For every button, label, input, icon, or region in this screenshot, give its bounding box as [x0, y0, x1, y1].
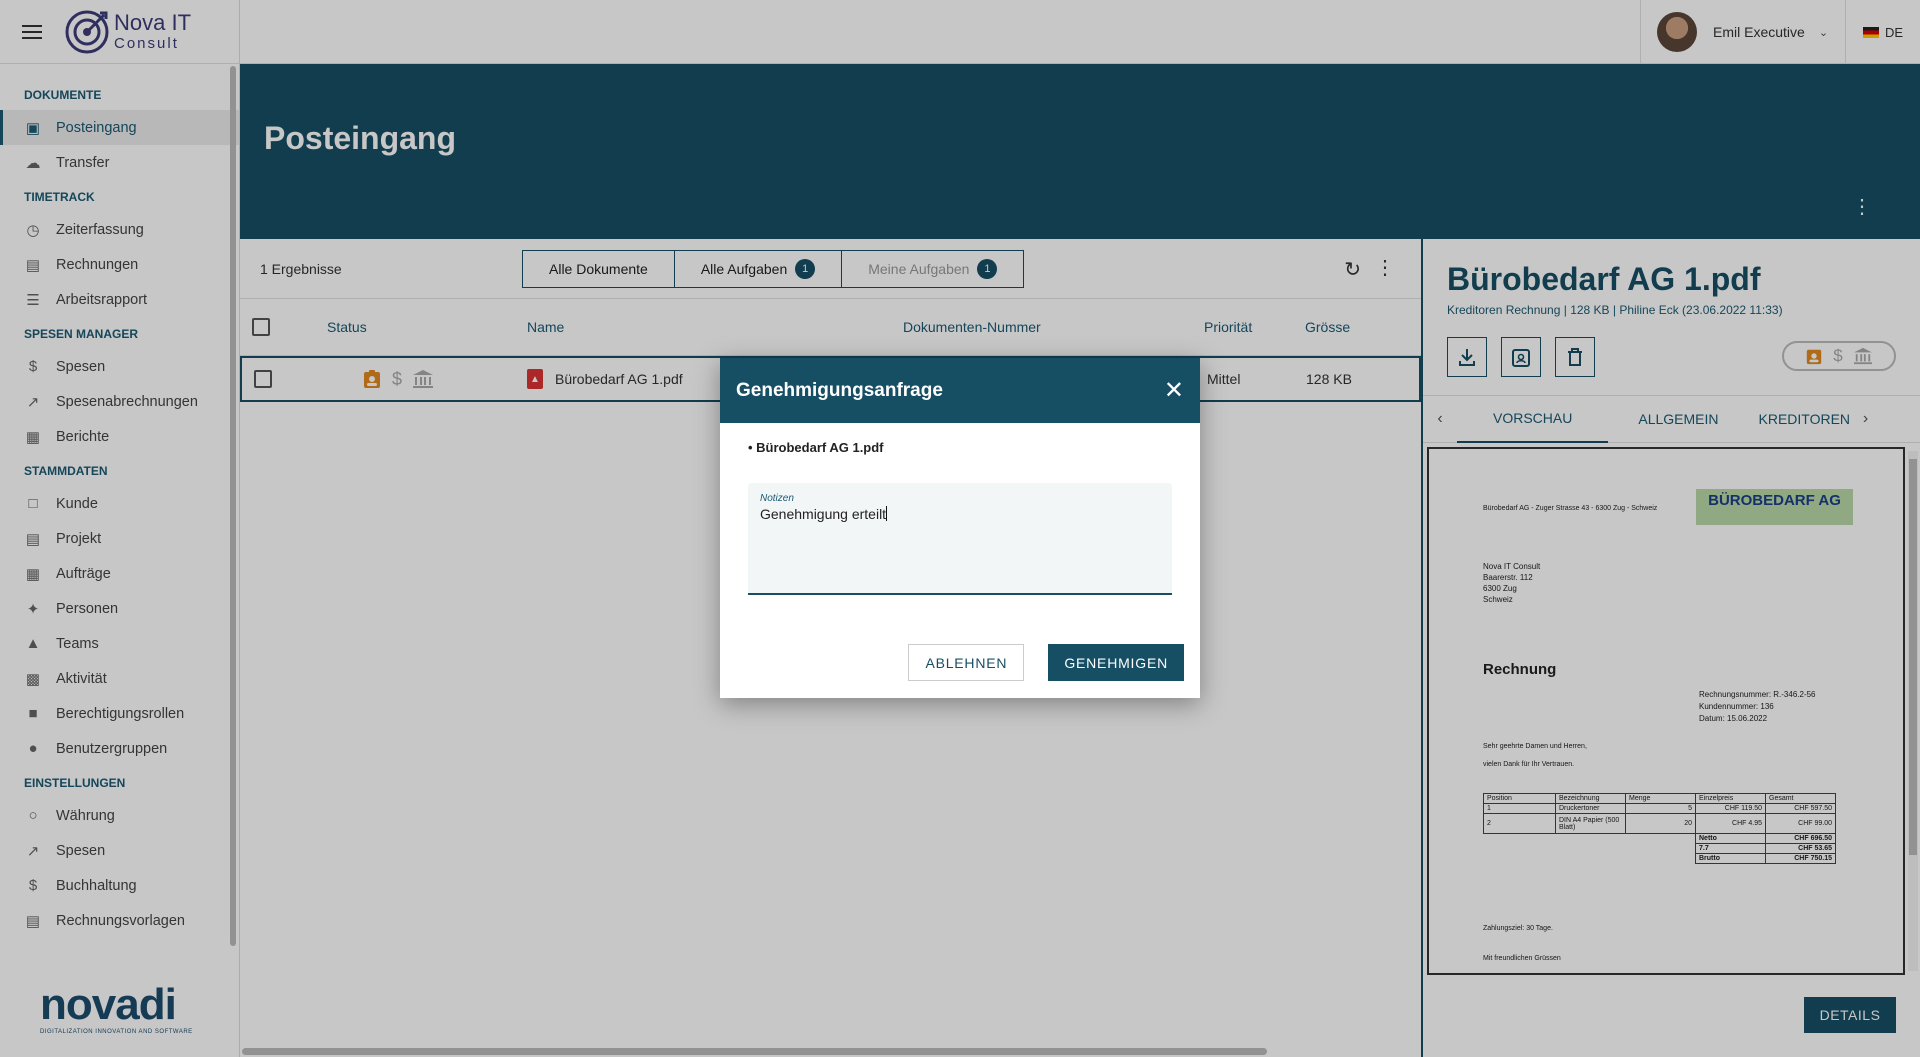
notes-field[interactable]: Notizen Genehmigung erteilt [748, 483, 1172, 595]
approval-dialog: Genehmigungsanfrage ✕ • Bürobedarf AG 1.… [720, 358, 1200, 698]
dialog-actions: ABLEHNEN GENEHMIGEN [908, 644, 1184, 681]
approve-button[interactable]: GENEHMIGEN [1048, 644, 1184, 681]
dialog-title: Genehmigungsanfrage [736, 379, 943, 401]
reject-button[interactable]: ABLEHNEN [908, 644, 1025, 681]
notes-label: Notizen [760, 493, 794, 504]
text-caret [886, 506, 888, 521]
close-icon[interactable]: ✕ [1164, 376, 1184, 405]
notes-value[interactable]: Genehmigung erteilt [760, 506, 886, 522]
dialog-file-name: • Bürobedarf AG 1.pdf [748, 440, 884, 455]
dialog-header: Genehmigungsanfrage ✕ [720, 358, 1200, 423]
